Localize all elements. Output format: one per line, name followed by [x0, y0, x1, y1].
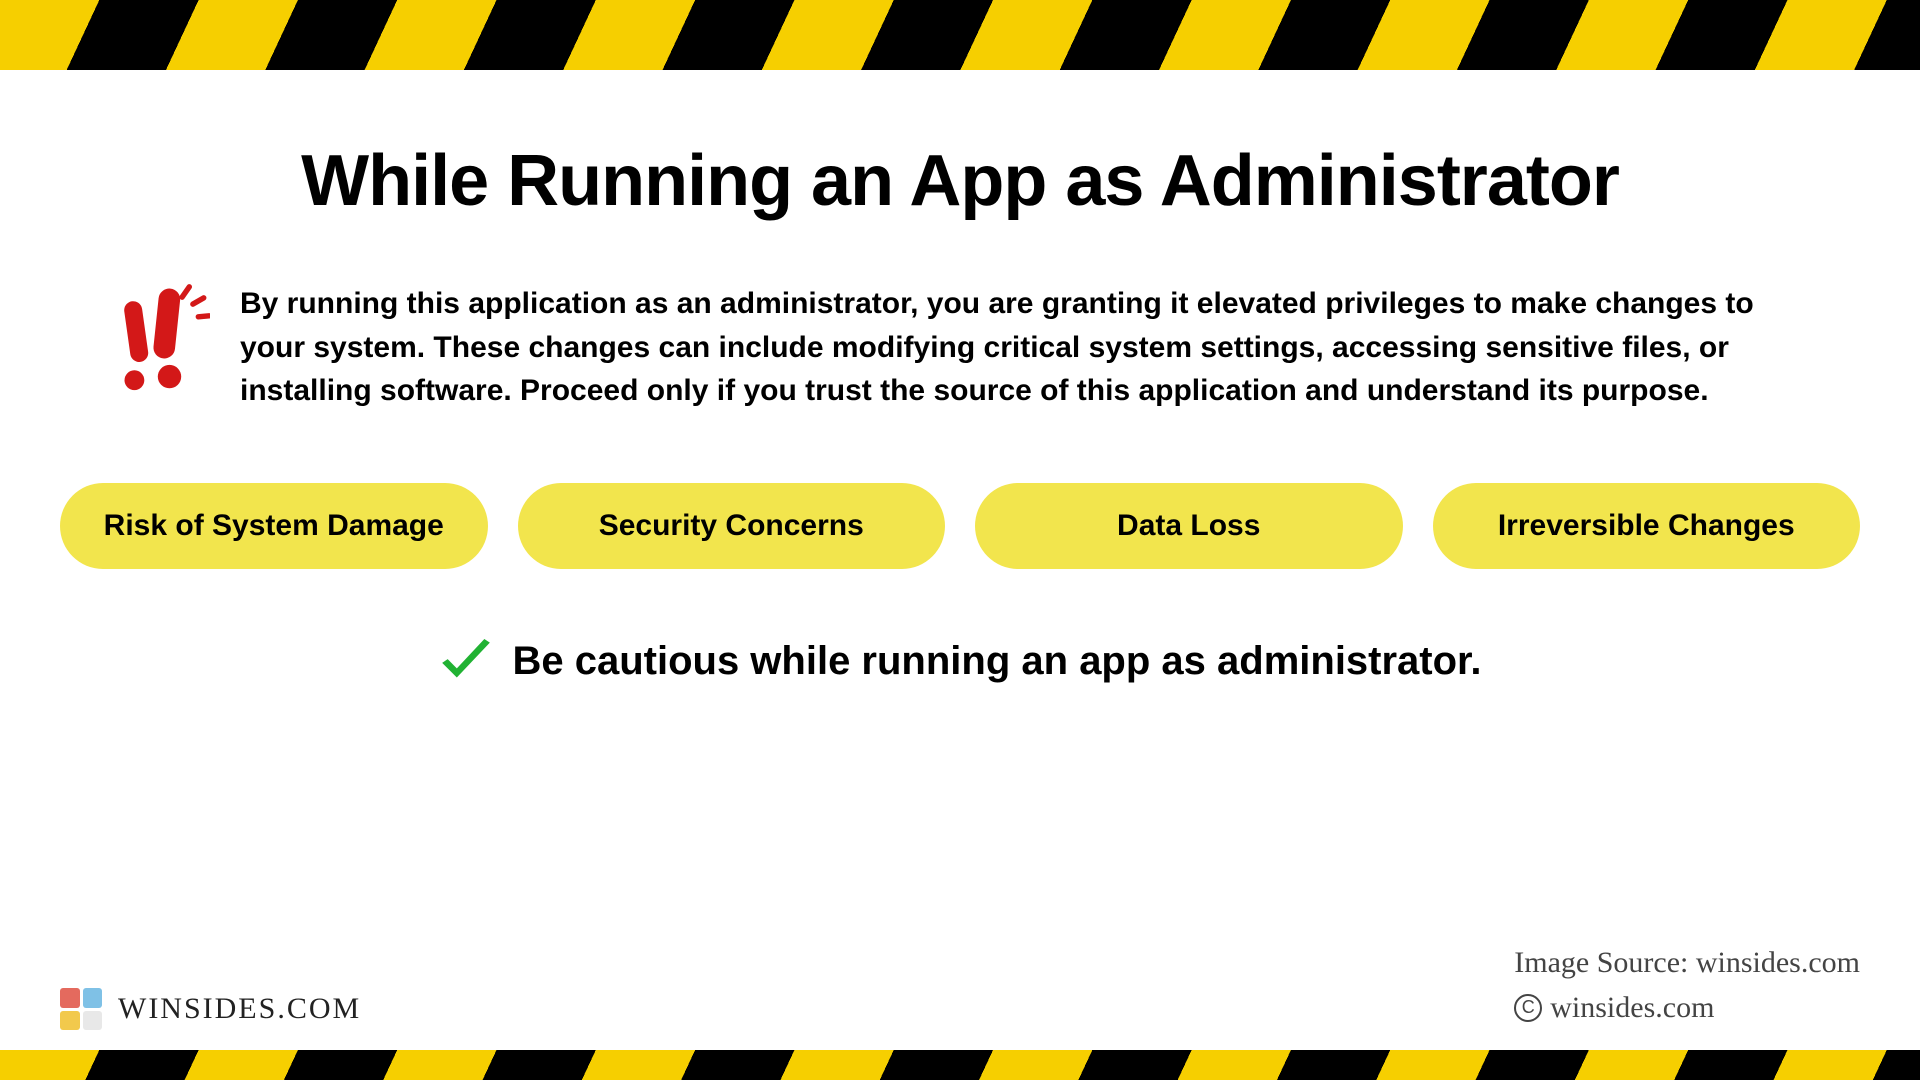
checkmark-icon — [438, 639, 494, 683]
warning-section: By running this application as an admini… — [60, 282, 1860, 413]
exclamation-icon — [120, 282, 210, 392]
copyright-text: winsides.com — [1550, 985, 1714, 1030]
pill-data-loss: Data Loss — [975, 483, 1403, 569]
brand-name: WINSIDES.COM — [118, 992, 361, 1026]
copyright-icon: C — [1514, 994, 1542, 1022]
footer: WINSIDES.COM Image Source: winsides.com … — [60, 940, 1860, 1030]
image-source-text: Image Source: winsides.com — [1514, 940, 1860, 985]
pill-security: Security Concerns — [518, 483, 946, 569]
risk-pills-row: Risk of System Damage Security Concerns … — [60, 483, 1860, 569]
caution-stripe-top — [0, 0, 1920, 70]
page-title: While Running an App as Administrator — [60, 140, 1860, 222]
brand-logo-icon — [60, 988, 102, 1030]
attribution: Image Source: winsides.com C winsides.co… — [1514, 940, 1860, 1030]
caution-row: Be cautious while running an app as admi… — [60, 639, 1860, 684]
brand: WINSIDES.COM — [60, 988, 361, 1030]
caution-stripe-bottom — [0, 1050, 1920, 1080]
pill-irreversible: Irreversible Changes — [1433, 483, 1861, 569]
warning-text: By running this application as an admini… — [240, 282, 1800, 413]
copyright-row: C winsides.com — [1514, 985, 1860, 1030]
caution-text: Be cautious while running an app as admi… — [512, 639, 1481, 684]
main-content: While Running an App as Administrator By… — [0, 70, 1920, 1050]
pill-risk-damage: Risk of System Damage — [60, 483, 488, 569]
